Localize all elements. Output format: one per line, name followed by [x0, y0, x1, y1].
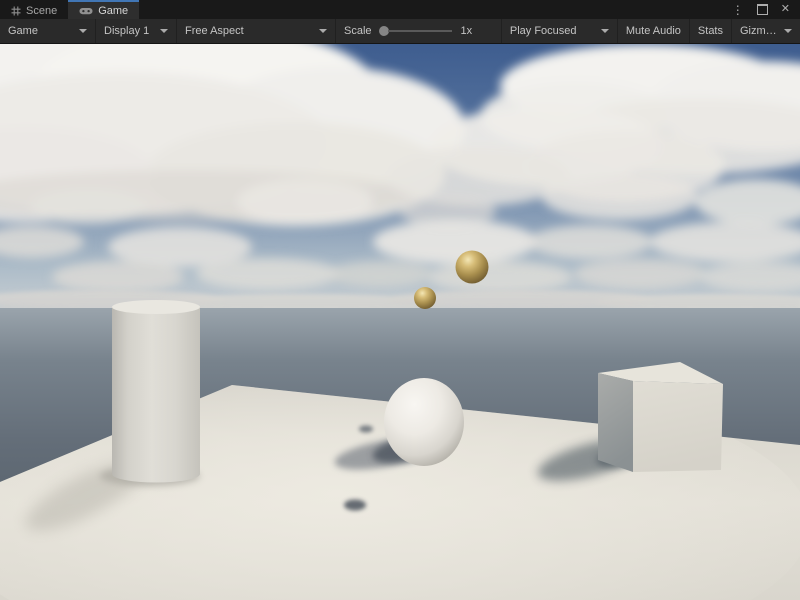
chevron-down-icon — [160, 29, 168, 33]
chevron-down-icon — [784, 29, 792, 33]
gamepad-icon — [79, 6, 93, 16]
play-focused-dropdown[interactable]: Play Focused — [502, 19, 618, 43]
display-target-label: Display 1 — [104, 25, 149, 37]
white-cylinder — [112, 300, 200, 483]
cube-front-face — [633, 381, 723, 472]
cube-left-face — [598, 373, 633, 472]
chevron-down-icon — [79, 29, 87, 33]
scale-control: Scale 1x — [336, 19, 484, 43]
scene-grid-icon — [11, 6, 21, 16]
game-view-toolbar: Game Display 1 Free Aspect Scale 1x Play… — [0, 19, 800, 44]
tab-game[interactable]: Game — [68, 0, 139, 19]
display-target-dropdown[interactable]: Display 1 — [96, 19, 177, 43]
play-focused-label: Play Focused — [510, 25, 577, 37]
kebab-menu-icon[interactable]: ⋮ — [732, 4, 744, 16]
tab-scene-label: Scene — [26, 5, 57, 17]
unity-game-view-window: Scene Game ⋮ ✕ Game Display 1 — [0, 0, 800, 600]
gold-sphere-shadow-large — [344, 500, 366, 511]
gizmos-dropdown[interactable]: Gizmos — [732, 19, 800, 43]
mute-audio-label: Mute Audio — [626, 25, 681, 37]
window-controls: ⋮ ✕ — [732, 0, 800, 19]
stats-label: Stats — [698, 25, 723, 37]
mute-audio-button[interactable]: Mute Audio — [618, 19, 690, 43]
scale-slider — [379, 26, 452, 36]
tab-bar: Scene Game ⋮ ✕ — [0, 0, 800, 19]
cloudy-sky — [0, 44, 800, 312]
white-sphere — [384, 378, 464, 466]
view-mode-label: Game — [8, 25, 38, 37]
scale-value: 1x — [461, 25, 473, 37]
stats-button[interactable]: Stats — [690, 19, 732, 43]
scale-label: Scale — [344, 25, 372, 37]
toolbar-spacer — [484, 19, 502, 43]
game-render-surface[interactable] — [0, 44, 800, 600]
gizmos-label: Gizmos — [740, 25, 777, 37]
tab-game-label: Game — [98, 5, 128, 17]
gold-sphere-shadow-small — [359, 426, 373, 433]
gold-sphere-small — [414, 287, 436, 309]
white-cube — [598, 362, 723, 472]
gold-sphere-large — [456, 251, 489, 284]
maximize-icon[interactable] — [757, 4, 768, 15]
close-icon[interactable]: ✕ — [781, 4, 790, 15]
tab-scene[interactable]: Scene — [0, 0, 68, 19]
scale-slider-track[interactable] — [388, 30, 452, 32]
chevron-down-icon — [319, 29, 327, 33]
aspect-ratio-dropdown[interactable]: Free Aspect — [177, 19, 336, 43]
chevron-down-icon — [601, 29, 609, 33]
aspect-ratio-label: Free Aspect — [185, 25, 244, 37]
view-mode-dropdown[interactable]: Game — [0, 19, 96, 43]
